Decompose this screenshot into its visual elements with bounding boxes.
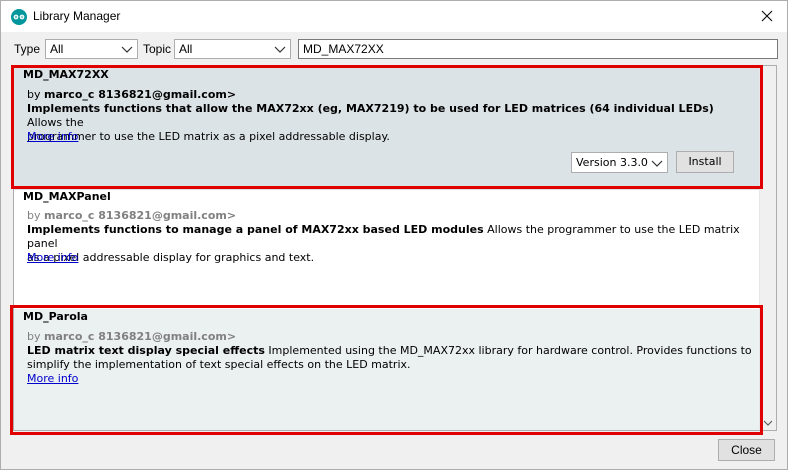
window-title: Library Manager xyxy=(33,9,121,23)
chevron-down-icon xyxy=(121,46,133,53)
chevron-down-icon xyxy=(274,46,286,53)
search-input[interactable] xyxy=(303,42,773,56)
version-select-value: Version 3.3.0 xyxy=(576,156,648,169)
arduino-logo-icon xyxy=(11,9,27,25)
title-bar: Library Manager xyxy=(1,1,787,32)
close-button[interactable]: Close xyxy=(718,439,775,461)
library-author: by marco_c 8136821@gmail.com> xyxy=(27,209,237,222)
version-select[interactable]: Version 3.3.0 xyxy=(571,152,668,173)
topic-select[interactable]: All xyxy=(174,39,291,59)
close-icon xyxy=(761,10,773,22)
more-info-link[interactable]: More info xyxy=(27,251,78,265)
library-item[interactable]: MD_MAXPanel by marco_c 8136821@gmail.com… xyxy=(14,190,761,309)
filter-bar: Type All Topic All xyxy=(1,34,787,62)
topic-select-value: All xyxy=(179,42,193,56)
library-description: LED matrix text display special effects … xyxy=(27,344,752,371)
chevron-down-icon xyxy=(651,160,663,167)
library-name: MD_MAX72XX xyxy=(23,68,109,81)
scroll-down-arrow-icon[interactable] xyxy=(763,419,773,427)
library-list[interactable]: MD_MAX72XX by marco_c 8136821@gmail.com>… xyxy=(13,65,777,431)
list-scrollbar[interactable] xyxy=(759,66,776,430)
topic-label: Topic xyxy=(143,42,172,56)
type-label: Type xyxy=(14,42,41,56)
more-info-link[interactable]: More info xyxy=(27,372,78,386)
library-author: by marco_c 8136821@gmail.com> xyxy=(27,88,237,101)
library-description: Implements functions that allow the MAX7… xyxy=(27,102,714,143)
library-item[interactable]: MD_MAX72XX by marco_c 8136821@gmail.com>… xyxy=(14,66,761,190)
type-select-value: All xyxy=(50,42,64,56)
library-author: by marco_c 8136821@gmail.com> xyxy=(27,330,237,343)
library-item[interactable]: MD_Parola by marco_c 8136821@gmail.com> … xyxy=(14,309,761,430)
library-name: MD_MAXPanel xyxy=(23,190,111,203)
more-info-link[interactable]: More info xyxy=(27,130,78,144)
type-select[interactable]: All xyxy=(45,39,138,59)
window-close-button[interactable] xyxy=(747,1,787,32)
library-description: Implements functions to manage a panel o… xyxy=(27,223,740,264)
library-manager-window: Library Manager Type All Topic All MD_MA… xyxy=(0,0,788,470)
library-name: MD_Parola xyxy=(23,310,88,323)
search-field[interactable] xyxy=(298,39,778,59)
install-button[interactable]: Install xyxy=(676,151,734,173)
